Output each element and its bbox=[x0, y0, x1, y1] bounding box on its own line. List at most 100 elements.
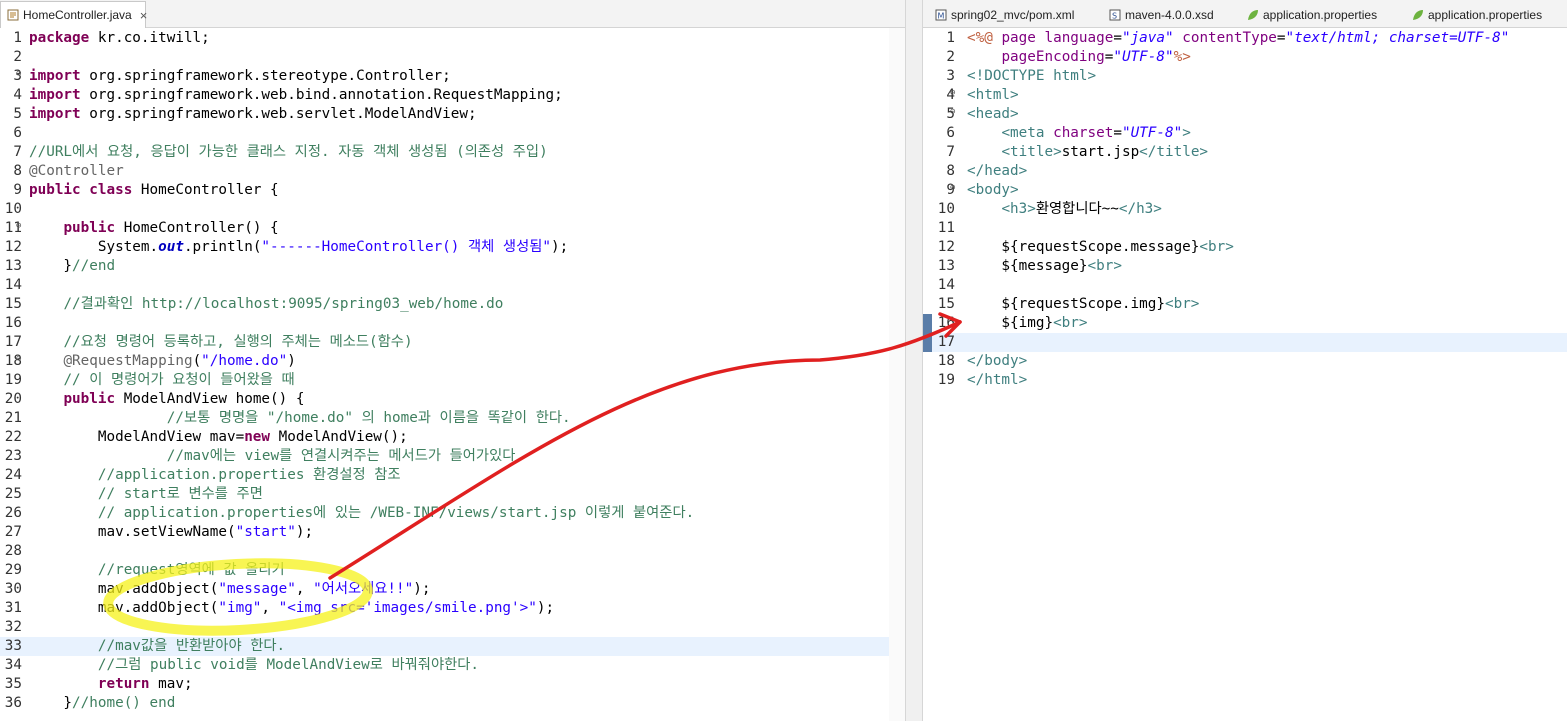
line-number: 17 bbox=[4, 334, 22, 350]
left-editor-scrollbar[interactable] bbox=[889, 28, 905, 721]
code-line[interactable]: 3 <!DOCTYPE html> bbox=[923, 67, 1567, 86]
code-line[interactable]: 6 bbox=[0, 124, 905, 143]
code-line[interactable]: 7 //URL에서 요청, 응답이 가능한 클래스 지정. 자동 객체 생성됨 (… bbox=[0, 143, 905, 162]
tab-application-properties-1[interactable]: application.properties bbox=[1241, 2, 1377, 28]
code-line[interactable]: 2 pageEncoding="UTF-8"%> bbox=[923, 48, 1567, 67]
code-line[interactable]: 4 import org.springframework.web.bind.ann… bbox=[0, 86, 905, 105]
code-text: <title>start.jsp</title> bbox=[1001, 144, 1209, 160]
line-number: 5 bbox=[13, 106, 22, 122]
java-code-editor[interactable]: 1 package kr.co.itwill; 2 3 ⊖ import org.spri… bbox=[0, 28, 905, 721]
code-line[interactable]: 13 }//end bbox=[0, 257, 905, 276]
editor-splitter[interactable] bbox=[905, 0, 923, 721]
tab-homecontroller-java[interactable]: HomeController.java × bbox=[0, 1, 148, 28]
code-line[interactable]: 34 //그럼 public void를 ModelAndView로 바꿔줘야한… bbox=[0, 656, 905, 675]
code-line[interactable]: 4 ⊖ <html> bbox=[923, 86, 1567, 105]
code-line[interactable]: 16 bbox=[0, 314, 905, 333]
code-line[interactable]: 23 //mav에는 view를 연결시켜주는 메서드가 들어가있다. bbox=[0, 447, 905, 466]
line-number: 14 bbox=[937, 277, 955, 293]
code-line[interactable]: 11 bbox=[923, 219, 1567, 238]
code-line[interactable]: 30 mav.addObject("message", "어서오세요!!"); bbox=[0, 580, 905, 599]
fold-toggle-icon[interactable]: ⊖ bbox=[16, 219, 21, 233]
code-line[interactable]: 10 bbox=[0, 200, 905, 219]
code-line[interactable]: 21 //보통 명명을 "/home.do" 의 home과 이름을 똑같이 한… bbox=[0, 409, 905, 428]
code-line[interactable]: 9 public class HomeController { bbox=[0, 181, 905, 200]
tab-pom-xml[interactable]: M spring02_mvc/pom.xml bbox=[929, 2, 1074, 28]
code-text: <meta charset="UTF-8"> bbox=[1001, 125, 1191, 141]
code-text: mav.addObject("message", "어서오세요!!"); bbox=[29, 581, 431, 597]
code-line[interactable]: 12 System.out.println("------HomeControl… bbox=[0, 238, 905, 257]
code-text: }//home() end bbox=[29, 695, 176, 711]
tab-label: application.properties bbox=[1263, 8, 1378, 22]
line-number: 19 bbox=[937, 372, 955, 388]
code-line[interactable]: 17 bbox=[923, 333, 1567, 352]
code-line[interactable]: 7 <title>start.jsp</title> bbox=[923, 143, 1567, 162]
code-line[interactable]: 17 //요청 명령어 등록하고, 실행의 주체는 메소드(함수) bbox=[0, 333, 905, 352]
code-line[interactable]: 10 <h3>환영합니다~~</h3> bbox=[923, 200, 1567, 219]
left-editor-pane[interactable]: HomeController.java × 1 package kr.co.itw… bbox=[0, 0, 905, 721]
code-line[interactable]: 27 mav.setViewName("start"); bbox=[0, 523, 905, 542]
code-line[interactable]: 31 mav.addObject("img", "<img src='image… bbox=[0, 599, 905, 618]
code-line[interactable]: 19 // 이 명령어가 요청이 들어왔을 때 bbox=[0, 371, 905, 390]
code-line[interactable]: 29 //request영역에 값 올리기 bbox=[0, 561, 905, 580]
code-line[interactable]: 15 ${requestScope.img}<br> bbox=[923, 295, 1567, 314]
code-line[interactable]: 2 bbox=[0, 48, 905, 67]
tab-maven-xsd[interactable]: S maven-4.0.0.xsd bbox=[1103, 2, 1214, 28]
line-number: 1 bbox=[946, 30, 955, 46]
code-line[interactable]: 11 ⊖ public HomeController() { bbox=[0, 219, 905, 238]
code-line[interactable]: 8 @Controller bbox=[0, 162, 905, 181]
line-number: 2 bbox=[13, 49, 22, 65]
code-line[interactable]: 24 //application.properties 환경설정 참조 bbox=[0, 466, 905, 485]
tab-application-properties-2[interactable]: application.properties bbox=[1406, 2, 1542, 28]
line-number: 19 bbox=[4, 372, 22, 388]
code-text: <%@ page language="java" contentType="te… bbox=[967, 30, 1510, 46]
code-line[interactable]: 13 ${message}<br> bbox=[923, 257, 1567, 276]
code-line[interactable]: 14 bbox=[923, 276, 1567, 295]
fold-toggle-icon[interactable]: ⊖ bbox=[16, 67, 21, 81]
line-number: 6 bbox=[13, 125, 22, 141]
code-line[interactable]: 36 }//home() end bbox=[0, 694, 905, 713]
code-line[interactable]: 8 </head> bbox=[923, 162, 1567, 181]
code-line[interactable]: 18 ⊖ @RequestMapping("/home.do") bbox=[0, 352, 905, 371]
code-text: @RequestMapping("/home.do") bbox=[63, 353, 296, 369]
svg-text:S: S bbox=[1112, 12, 1117, 21]
code-text: //request영역에 값 올리기 bbox=[97, 562, 285, 578]
line-number: 2 bbox=[946, 49, 955, 65]
code-line[interactable]: 20 public ModelAndView home() { bbox=[0, 390, 905, 409]
tab-label: maven-4.0.0.xsd bbox=[1125, 8, 1214, 22]
code-line[interactable]: 9 ⊖ <body> bbox=[923, 181, 1567, 200]
code-text: ${message}<br> bbox=[967, 258, 1122, 274]
code-line[interactable]: 32 bbox=[0, 618, 905, 637]
fold-toggle-icon[interactable]: ⊖ bbox=[950, 86, 955, 100]
code-line[interactable]: 16 ${img}<br> bbox=[923, 314, 1567, 333]
code-line[interactable]: 1 package kr.co.itwill; bbox=[0, 29, 905, 48]
code-line[interactable]: 5 ⊖ <head> bbox=[923, 105, 1567, 124]
code-line[interactable]: 26 // application.properties에 있는 /WEB-IN… bbox=[0, 504, 905, 523]
fold-toggle-icon[interactable]: ⊖ bbox=[950, 181, 955, 195]
code-line[interactable]: 6 <meta charset="UTF-8"> bbox=[923, 124, 1567, 143]
code-line[interactable]: 14 bbox=[0, 276, 905, 295]
code-line[interactable]: 1 <%@ page language="java" contentType="t… bbox=[923, 29, 1567, 48]
code-text: package kr.co.itwill; bbox=[29, 30, 210, 46]
code-line[interactable]: 3 ⊖ import org.springframework.stereotype.… bbox=[0, 67, 905, 86]
code-line[interactable]: 15 //결과확인 http://localhost:9095/spring03… bbox=[0, 295, 905, 314]
line-number: 10 bbox=[937, 201, 955, 217]
right-editor-pane[interactable]: M spring02_mvc/pom.xml S maven-4.0.0.xsd… bbox=[923, 0, 1567, 721]
code-line[interactable]: 22 ModelAndView mav=new ModelAndView(); bbox=[0, 428, 905, 447]
code-line[interactable]: 19 </html> bbox=[923, 371, 1567, 390]
right-editor-tabbar: M spring02_mvc/pom.xml S maven-4.0.0.xsd… bbox=[923, 0, 1567, 28]
code-line[interactable]: 25 // start로 변수를 주면 bbox=[0, 485, 905, 504]
code-line[interactable]: 33 //mav값을 반환받아야 한다. bbox=[0, 637, 905, 656]
fold-toggle-icon[interactable]: ⊖ bbox=[950, 105, 955, 119]
close-icon[interactable]: × bbox=[140, 8, 148, 23]
code-line[interactable]: 35 return mav; bbox=[0, 675, 905, 694]
code-line[interactable]: 18 </body> bbox=[923, 352, 1567, 371]
code-text: <!DOCTYPE html> bbox=[967, 68, 1097, 84]
line-number: 31 bbox=[4, 600, 22, 616]
jsp-code-editor[interactable]: 1 <%@ page language="java" contentType="t… bbox=[923, 28, 1567, 721]
code-text: //보통 명명을 "/home.do" 의 home과 이름을 똑같이 한다. bbox=[166, 410, 571, 426]
code-line[interactable]: 5 import org.springframework.web.servlet.… bbox=[0, 105, 905, 124]
fold-toggle-icon[interactable]: ⊖ bbox=[16, 352, 21, 366]
code-line[interactable]: 28 bbox=[0, 542, 905, 561]
code-text: return mav; bbox=[97, 676, 193, 692]
code-line[interactable]: 12 ${requestScope.message}<br> bbox=[923, 238, 1567, 257]
